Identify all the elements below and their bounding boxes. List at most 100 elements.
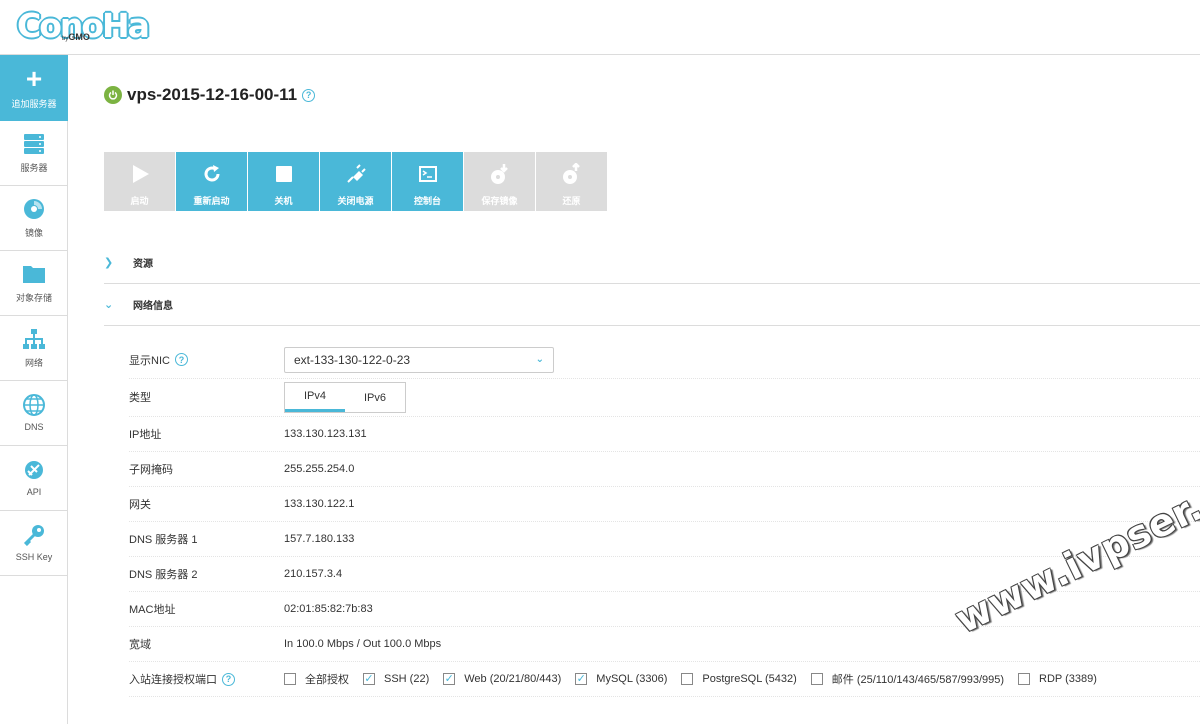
port-option-all[interactable]: 全部授权 <box>284 671 349 687</box>
restore-button[interactable]: 还原 <box>536 152 607 211</box>
dns1-row: DNS 服务器 1 157.7.180.133 <box>129 522 1200 557</box>
save-image-button[interactable]: 保存镜像 <box>464 152 535 211</box>
server-icon <box>24 133 44 154</box>
sidebar-item-label: 对象存储 <box>15 292 52 303</box>
chevron-right-icon: ❯ <box>104 257 114 269</box>
port-option-mail[interactable]: 邮件 (25/110/143/465/587/993/995) <box>810 671 1005 687</box>
sidebar: + 追加服务器 服务器 镜像 对象存储 网络 DNS API SSH Key <box>0 55 68 724</box>
sidebar-item-label: 服务器 <box>20 162 48 173</box>
port-label: PostgreSQL (5432) <box>702 673 797 685</box>
ports-checkbox-group: 全部授权 ✓ SSH (22) ✓ Web (20/21/80/443) ✓ MySQ… <box>284 671 1200 687</box>
sidebar-item-dns[interactable]: DNS <box>0 381 68 446</box>
bandwidth-label: 宽域 <box>129 639 151 651</box>
server-title-row: vps-2015-12-16-00-11 ? <box>104 84 316 106</box>
logo-subtext: byGMO <box>62 32 90 42</box>
restart-button[interactable]: 重新启动 <box>176 152 247 211</box>
network-label: 网络信息 <box>133 301 173 312</box>
sidebar-item-servers[interactable]: 服务器 <box>0 121 68 186</box>
port-label: Web (20/21/80/443) <box>464 673 562 685</box>
shutdown-label: 关机 <box>274 196 293 206</box>
checkbox[interactable]: ✓ <box>363 673 375 685</box>
chevron-down-icon: ⌄ <box>104 299 114 311</box>
sidebar-item-label: API <box>26 487 42 497</box>
sidebar-item-label: DNS <box>24 422 44 432</box>
dns1-value: 157.7.180.133 <box>284 533 355 545</box>
help-icon[interactable]: ? <box>302 88 316 102</box>
help-icon[interactable]: ? <box>222 672 235 686</box>
port-option-postgresql[interactable]: PostgreSQL (5432) <box>681 673 797 685</box>
port-label: MySQL (3306) <box>596 673 668 685</box>
sidebar-item-label: 网络 <box>24 357 43 368</box>
header: ConoHa byGMO <box>0 0 1200 55</box>
sidebar-item-ssh-key[interactable]: SSH Key <box>0 511 68 576</box>
dns2-label: DNS 服务器 2 <box>129 569 198 581</box>
gateway-value: 133.130.122.1 <box>284 498 355 510</box>
nic-select[interactable]: ext-133-130-122-0-23 ⌄ <box>284 346 554 373</box>
console-button[interactable]: 控制台 <box>392 152 463 211</box>
mask-value: 255.255.254.0 <box>284 463 355 475</box>
port-option-ssh[interactable]: ✓ SSH (22) <box>363 673 429 685</box>
mask-label: 子网掩码 <box>129 464 173 476</box>
sidebar-item-images[interactable]: 镜像 <box>0 186 68 251</box>
port-option-web[interactable]: ✓ Web (20/21/80/443) <box>443 673 561 685</box>
power-off-button[interactable]: 关闭电源 <box>320 152 391 211</box>
resources-section-header[interactable]: ❯ 资源 <box>104 242 1200 284</box>
tab-ipv6[interactable]: IPv6 <box>345 383 405 412</box>
key-icon <box>23 525 44 546</box>
checkbox[interactable]: ✓ <box>443 673 456 685</box>
shutdown-button[interactable]: 关机 <box>248 152 319 211</box>
type-label: 类型 <box>129 392 151 404</box>
port-label: 邮件 (25/110/143/465/587/993/995) <box>831 674 1005 686</box>
console-icon <box>418 166 437 182</box>
sidebar-item-api[interactable]: API <box>0 446 68 511</box>
port-label: 全部授权 <box>305 674 349 686</box>
gateway-row: 网关 133.130.122.1 <box>129 487 1200 522</box>
nic-label: 显示NIC <box>129 354 170 367</box>
start-button[interactable]: 启动 <box>104 152 175 211</box>
unplug-icon <box>346 164 366 183</box>
restore-label: 还原 <box>562 196 581 206</box>
network-icon <box>23 328 45 349</box>
play-icon <box>132 165 149 183</box>
ip-row: IP地址 133.130.123.131 <box>129 417 1200 452</box>
checkbox[interactable]: ✓ <box>575 673 588 685</box>
sidebar-item-label: 镜像 <box>24 227 43 238</box>
checkbox[interactable] <box>1018 673 1031 685</box>
plus-icon: + <box>25 62 43 94</box>
add-server-button[interactable]: + 追加服务器 <box>0 55 68 121</box>
checkbox[interactable] <box>284 673 296 685</box>
ports-row: 入站连接授权端口? 全部授权 ✓ SSH (22) ✓ Web (20/21/80/… <box>129 662 1200 697</box>
plug-icon <box>25 461 43 479</box>
mac-value: 02:01:85:82:7b:83 <box>284 603 373 615</box>
power-status-icon <box>104 86 122 104</box>
port-label: SSH (22) <box>384 673 430 685</box>
nic-select-value: ext-133-130-122-0-23 <box>294 352 411 367</box>
power-off-label: 关闭电源 <box>337 196 374 206</box>
bandwidth-value: In 100.0 Mbps / Out 100.0 Mbps <box>284 638 442 650</box>
add-server-label: 追加服务器 <box>11 98 57 109</box>
checkbox[interactable] <box>681 673 694 685</box>
checkbox[interactable] <box>810 673 823 685</box>
sidebar-item-label: SSH Key <box>15 552 53 562</box>
ports-label: 入站连接授权端口 <box>129 674 217 686</box>
refresh-icon <box>204 165 219 182</box>
mac-label: MAC地址 <box>129 604 176 616</box>
disc-upload-icon <box>562 163 580 184</box>
mask-row: 子网掩码 255.255.254.0 <box>129 452 1200 487</box>
sidebar-item-object-storage[interactable]: 对象存储 <box>0 251 68 316</box>
conoha-logo[interactable]: ConoHa byGMO <box>17 6 150 46</box>
network-section-header[interactable]: ⌄ 网络信息 <box>104 284 1200 326</box>
sidebar-item-network[interactable]: 网络 <box>0 316 68 381</box>
disc-download-icon <box>490 164 508 184</box>
console-label: 控制台 <box>413 196 441 206</box>
ip-label: IP地址 <box>129 429 162 441</box>
save-image-label: 保存镜像 <box>481 196 518 206</box>
server-name: vps-2015-12-16-00-11 <box>127 85 298 104</box>
server-action-toolbar: 启动 重新启动 关机 关闭电源 控制台 保存镜像 还原 <box>104 152 607 211</box>
port-option-mysql[interactable]: ✓ MySQL (3306) <box>575 673 667 685</box>
port-option-rdp[interactable]: RDP (3389) <box>1018 673 1097 685</box>
help-icon[interactable]: ? <box>174 353 188 366</box>
globe-icon <box>23 394 45 416</box>
chevron-down-icon: ⌄ <box>535 354 544 365</box>
tab-ipv4[interactable]: IPv4 <box>285 383 345 412</box>
